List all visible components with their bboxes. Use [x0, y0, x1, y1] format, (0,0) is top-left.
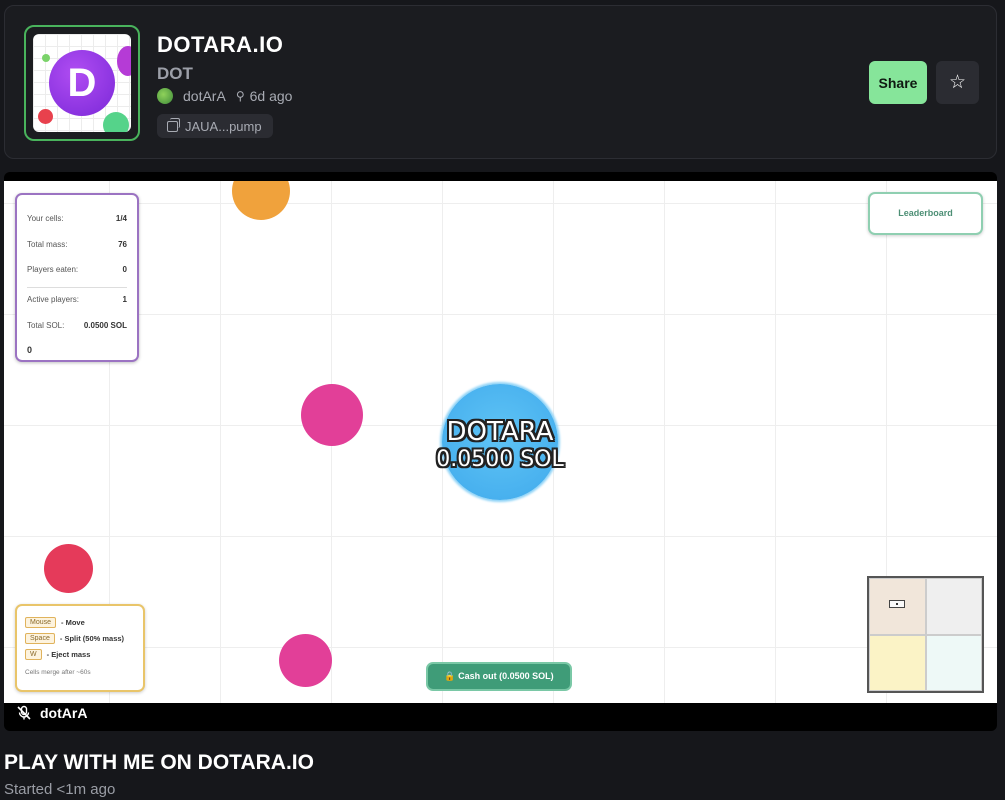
streamer-name[interactable]: dotArA [40, 705, 87, 721]
stat-value: 0.0500 SOL [83, 321, 127, 330]
stat-mass: Total mass: 76 [27, 240, 127, 249]
minimap-quadrant [925, 634, 982, 691]
stat-label: Total SOL: [27, 321, 65, 330]
stat-value: 0 [122, 265, 127, 274]
stat-total-sol: Total SOL: 0.0500 SOL [27, 321, 127, 330]
lock-icon: 🔒 [444, 671, 459, 681]
copy-icon [167, 117, 180, 132]
token-header-card: D DOTARA.IO DOT dotArA ⚲ 6d ago JAUA...p… [4, 5, 997, 159]
control-desc: - Eject mass [46, 650, 91, 659]
logo-purple-edge-circle [117, 46, 131, 76]
minimap-quadrant [869, 578, 926, 635]
food-blob-red [44, 544, 93, 593]
stats-divider [27, 287, 127, 288]
share-button[interactable]: Share [869, 61, 927, 104]
controls-note: Cells merge after ~60s [25, 669, 91, 676]
controls-panel: Mouse - Move Space - Split (50% mass) W … [15, 604, 145, 692]
stat-eaten: Players eaten: 0 [27, 265, 127, 274]
food-blob-pink [279, 634, 332, 687]
stat-active-players: Active players: 1 [27, 295, 127, 304]
food-blob-pink [301, 384, 363, 446]
token-logo-image: D [33, 34, 131, 132]
control-row: Space - Split (50% mass) [25, 633, 124, 644]
token-name: DOTARA.IO [157, 32, 284, 57]
token-ticker: DOT [157, 64, 193, 83]
cash-out-button[interactable]: 🔒 Cash out (0.0500 SOL) [426, 662, 572, 691]
streamer-bar: dotArA [16, 705, 87, 721]
livestream-player[interactable]: DOTARA 0.0500 SOL Your cells: 1/4 Total … [4, 172, 997, 731]
sprout-icon: ⚲ [235, 89, 245, 103]
stat-value: 1 [122, 295, 127, 304]
contract-address: JAUA...pump [185, 118, 262, 134]
player-cell-sol: 0.0500 SOL [436, 447, 564, 472]
creator-avatar[interactable] [157, 88, 173, 104]
minimap-player-marker [889, 600, 905, 608]
star-icon: ☆ [948, 72, 967, 93]
control-key: Mouse [25, 617, 57, 628]
game-canvas[interactable]: DOTARA 0.0500 SOL Your cells: 1/4 Total … [4, 181, 997, 703]
stat-label: Total mass: [27, 240, 68, 249]
control-row: W - Eject mass [25, 649, 90, 660]
stat-label: Your cells: [27, 214, 64, 223]
stats-bottom-value: 0 [27, 345, 33, 355]
token-logo[interactable]: D [24, 25, 140, 141]
stream-title: PLAY WITH ME ON DOTARA.IO [4, 751, 314, 774]
cash-out-label: Cash out (0.0500 SOL) [458, 671, 554, 681]
stat-label: Players eaten: [27, 265, 79, 274]
stat-value: 1/4 [115, 214, 127, 223]
stats-panel: Your cells: 1/4 Total mass: 76 Players e… [15, 193, 139, 362]
minimap [867, 576, 984, 693]
player-cell-name: DOTARA [446, 417, 554, 447]
mic-off-icon[interactable] [16, 705, 32, 721]
minimap-quadrant [925, 578, 982, 635]
control-row: Mouse - Move [25, 617, 85, 628]
control-key: Space [25, 633, 55, 644]
minimap-quadrant [869, 634, 926, 691]
leaderboard-button[interactable]: Leaderboard [868, 192, 983, 235]
token-age: 6d ago [249, 88, 293, 104]
stat-label: Active players: [27, 295, 80, 304]
logo-letter: D [67, 60, 97, 105]
favorite-button[interactable]: ☆ [936, 61, 979, 104]
stream-started-time: Started <1m ago [4, 781, 116, 798]
creator-name[interactable]: dotArA [183, 88, 226, 104]
stat-value: 76 [118, 240, 127, 249]
token-meta: dotArA ⚲ 6d ago [157, 88, 292, 104]
contract-address-copy[interactable]: JAUA...pump [157, 114, 273, 138]
food-blob-orange [232, 181, 290, 220]
control-desc: - Split (50% mass) [59, 634, 125, 643]
control-desc: - Move [61, 618, 85, 627]
stat-cells: Your cells: 1/4 [27, 214, 127, 223]
control-key: W [25, 649, 42, 660]
